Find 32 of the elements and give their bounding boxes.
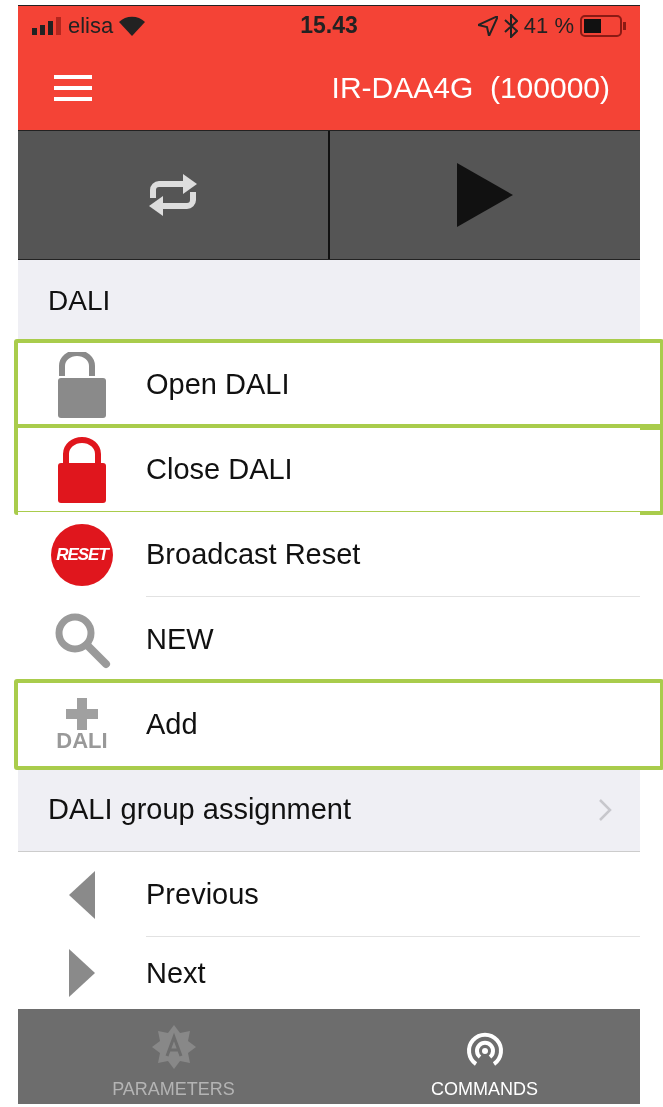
chevron-right-icon [598, 797, 612, 822]
signal-icon [32, 16, 62, 35]
left-triangle-icon [69, 870, 95, 919]
nav-label: Previous [146, 878, 259, 911]
command-row[interactable]: RESET Broadcast Reset [18, 512, 640, 597]
badge-a-icon [151, 1025, 196, 1069]
lock-icon [56, 436, 108, 503]
device-title: IR-DAA4G (100000) [331, 70, 610, 105]
bluetooth-icon [503, 13, 518, 38]
group-row[interactable]: DALI group assignment [18, 767, 640, 852]
location-arrow-icon [477, 15, 498, 36]
menu-icon [54, 74, 92, 101]
section-title: DALI [48, 285, 111, 317]
play-icon [457, 163, 513, 227]
repeat-icon [147, 174, 199, 216]
menu-button[interactable] [54, 74, 92, 101]
command-label: Open DALI [146, 368, 290, 401]
command-label: NEW [146, 623, 214, 656]
nav-label: Next [146, 956, 206, 990]
reset-icon: RESET [51, 523, 113, 586]
tab[interactable]: COMMANDS [329, 1009, 640, 1104]
right-triangle-icon [69, 949, 95, 997]
status-time: 15.43 [300, 12, 358, 39]
battery-icon [580, 14, 626, 37]
command-label: Broadcast Reset [146, 538, 361, 571]
carrier-name: elisa [68, 12, 114, 39]
command-label: Add [146, 708, 198, 741]
wifi-icon [119, 15, 146, 36]
open-lock-icon [56, 351, 108, 418]
battery-percent: 41 % [523, 12, 574, 39]
group-label: DALI group assignment [48, 793, 352, 826]
command-label: Close DALI [146, 453, 293, 486]
